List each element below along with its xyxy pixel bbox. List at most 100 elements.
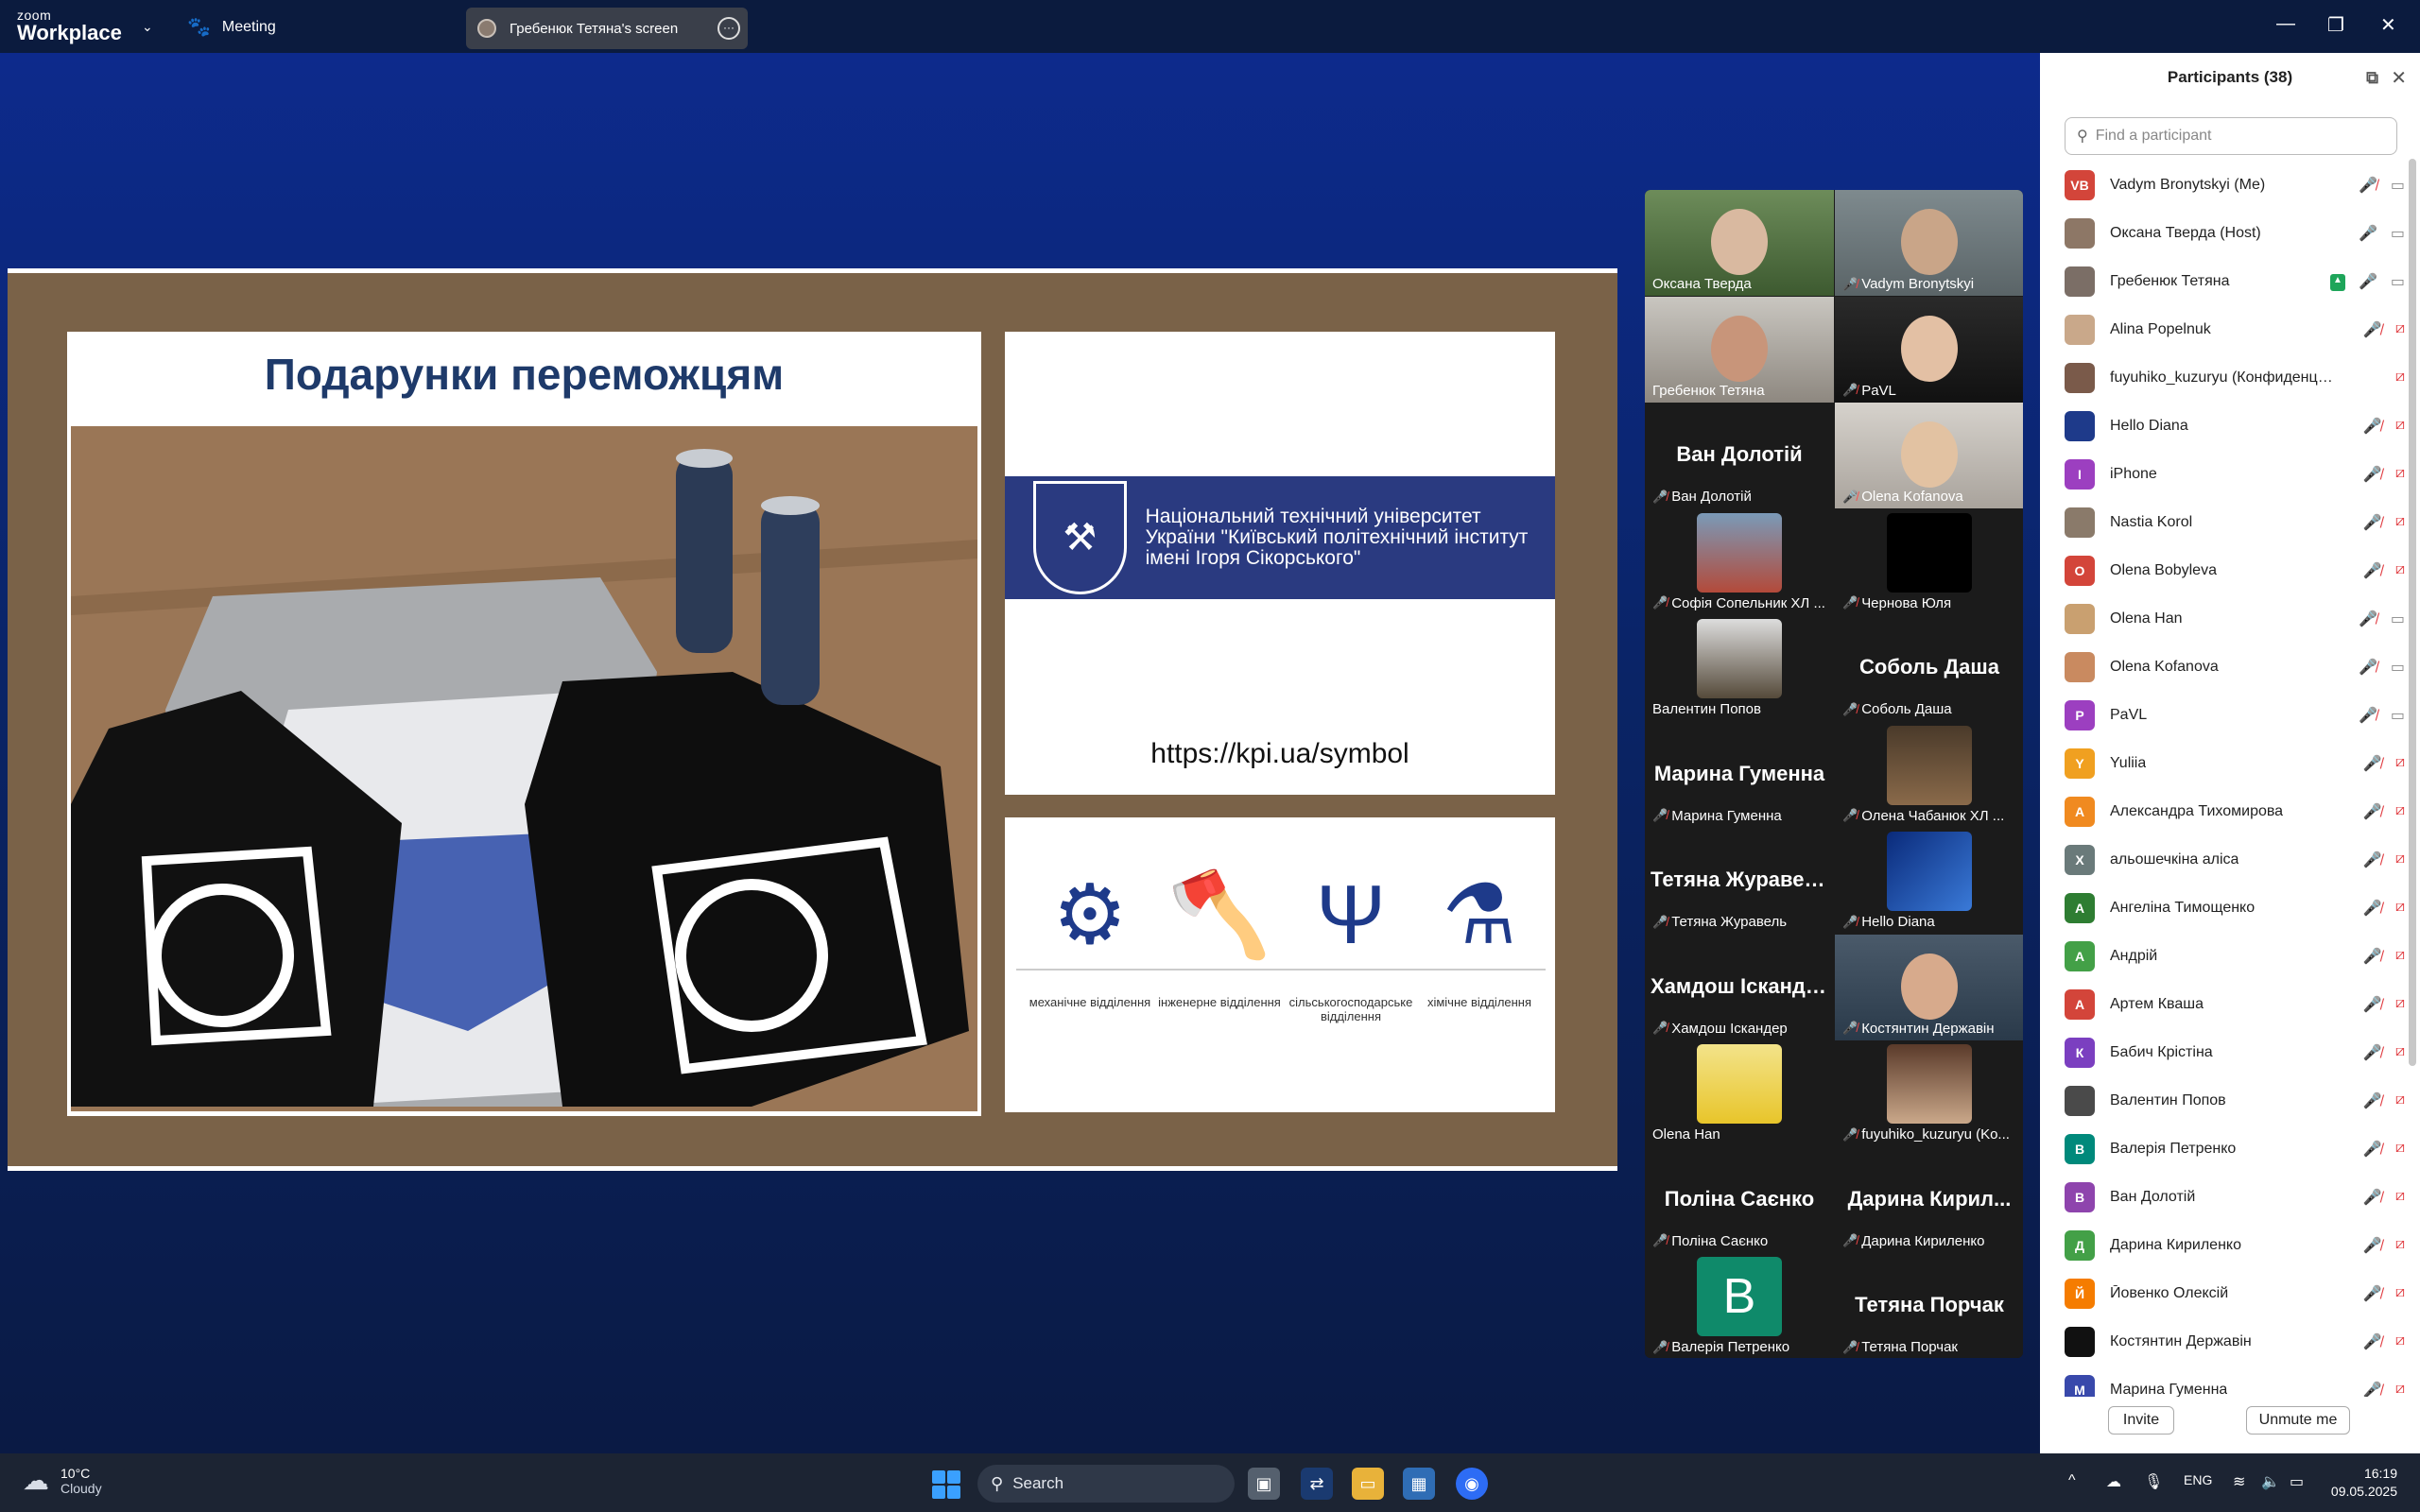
chevron-down-icon[interactable]: ⌄ <box>142 19 153 35</box>
weather-widget[interactable]: ☁ 10°C Cloudy <box>23 1465 102 1496</box>
mic-muted-icon[interactable]: 🎤̸ <box>2363 1236 2382 1255</box>
video-tile[interactable]: Дарина Кирил... 🎤̸ Дарина Кириленко <box>1835 1146 2023 1253</box>
participant-row[interactable]: А Александра Тихомирова 🎤̸ ⧄ <box>2065 787 2405 835</box>
mic-muted-icon[interactable]: 🎤̸ <box>2359 610 2377 628</box>
video-tile[interactable]: Поліна Саєнко 🎤̸ Поліна Саєнко <box>1645 1146 1834 1253</box>
mic-muted-icon[interactable]: 🎤̸ <box>2359 658 2377 677</box>
microphone-icon[interactable]: 🎤 <box>2359 224 2377 243</box>
chevron-up-icon[interactable]: ^ <box>2068 1472 2076 1489</box>
video-tile[interactable]: Гребенюк Тетяна <box>1645 296 1834 403</box>
video-tile[interactable]: 🎤̸ fuyuhiko_kuzuryu (Ko... <box>1835 1040 2023 1146</box>
restore-icon[interactable]: ❐ <box>2327 13 2344 37</box>
mic-muted-icon[interactable]: 🎤̸ <box>2359 706 2377 725</box>
video-camera-icon[interactable]: ▭ <box>2391 272 2405 291</box>
participant-row[interactable]: VB Vadym Bronytskyi (Me) 🎤̸ ▭ <box>2065 161 2405 209</box>
participant-row[interactable]: Olena Kofanova 🎤̸ ▭ <box>2065 643 2405 691</box>
screen-share-indicator[interactable]: Гребенюк Тетяна's screen ··· <box>466 8 748 49</box>
mic-muted-icon[interactable]: 🎤̸ <box>2363 417 2382 436</box>
mic-muted-icon[interactable]: 🎤̸ <box>2363 1284 2382 1303</box>
video-tile[interactable]: B 🎤̸ Валерія Петренко <box>1645 1253 1834 1358</box>
participant-row[interactable]: fuyuhiko_kuzuryu (Конфиденциальн... ⧄ <box>2065 353 2405 402</box>
video-off-icon[interactable]: ⧄ <box>2395 995 2405 1014</box>
wifi-icon[interactable]: ≋ <box>2233 1472 2245 1491</box>
participant-row[interactable]: Nastia Korol 🎤̸ ⧄ <box>2065 498 2405 546</box>
battery-icon[interactable]: ▭ <box>2290 1472 2304 1491</box>
mic-muted-icon[interactable]: 🎤̸ <box>2363 1332 2382 1351</box>
mic-muted-icon[interactable]: 🎤̸ <box>2363 465 2382 484</box>
minimize-icon[interactable]: — <box>2276 13 2295 35</box>
video-tile[interactable]: 🎤̸ Олена Чабанюк ХЛ ... <box>1835 721 2023 828</box>
video-tile[interactable]: 🎤̸ Софія Сопельник ХЛ ... <box>1645 508 1834 615</box>
video-tile[interactable]: Тетяна Порчак 🎤̸ Тетяна Порчак <box>1835 1253 2023 1358</box>
video-off-icon[interactable]: ⧄ <box>2395 1284 2405 1303</box>
video-off-icon[interactable]: ⧄ <box>2395 513 2405 532</box>
video-off-icon[interactable]: ⧄ <box>2395 1043 2405 1062</box>
mic-muted-icon[interactable]: 🎤̸ <box>2363 1091 2382 1110</box>
more-options-icon[interactable]: ··· <box>717 17 740 40</box>
mic-muted-icon[interactable]: 🎤̸ <box>2363 320 2382 339</box>
video-tile[interactable]: Соболь Даша 🎤̸ Соболь Даша <box>1835 615 2023 721</box>
microphone-icon[interactable]: 🎤 <box>2359 272 2377 291</box>
video-off-icon[interactable]: ⧄ <box>2395 1188 2405 1207</box>
video-off-icon[interactable]: ⧄ <box>2395 1091 2405 1110</box>
video-tile[interactable]: Оксана Тверда <box>1645 190 1834 296</box>
microphone-icon[interactable]: 🎙 <box>2144 1472 2163 1491</box>
video-tile[interactable]: Марина Гуменна 🎤̸ Марина Гуменна <box>1645 721 1834 828</box>
mic-muted-icon[interactable]: 🎤̸ <box>2359 176 2377 195</box>
teamviewer-icon[interactable]: ⇄ <box>1301 1468 1333 1500</box>
meeting-tab[interactable]: 🐾 Meeting <box>187 15 276 39</box>
video-tile[interactable]: 🎤̸ Vadym Bronytskyi <box>1835 190 2023 296</box>
participant-list[interactable]: VB Vadym Bronytskyi (Me) 🎤̸ ▭ Оксана Тверда … <box>2065 161 2405 1397</box>
video-off-icon[interactable]: ⧄ <box>2395 417 2405 436</box>
mic-muted-icon[interactable]: 🎤̸ <box>2363 802 2382 821</box>
mic-muted-icon[interactable]: 🎤̸ <box>2363 1188 2382 1207</box>
mic-muted-icon[interactable]: 🎤̸ <box>2363 995 2382 1014</box>
participant-row[interactable]: Hello Diana 🎤̸ ⧄ <box>2065 402 2405 450</box>
mic-muted-icon[interactable]: 🎤̸ <box>2363 947 2382 966</box>
participant-row[interactable]: А Ангеліна Тимощенко 🎤̸ ⧄ <box>2065 884 2405 932</box>
mic-muted-icon[interactable]: 🎤̸ <box>2363 1043 2382 1062</box>
participant-row[interactable]: Д Дарина Кириленко 🎤̸ ⧄ <box>2065 1221 2405 1269</box>
close-icon[interactable]: ✕ <box>2391 66 2407 90</box>
participant-row[interactable]: Alina Popelnuk 🎤̸ ⧄ <box>2065 305 2405 353</box>
participant-row[interactable]: М Марина Гуменна 🎤̸ ⧄ <box>2065 1366 2405 1397</box>
video-off-icon[interactable]: ⧄ <box>2395 369 2405 386</box>
video-tile[interactable]: 🎤̸ Olena Kofanova <box>1835 403 2023 508</box>
clock[interactable]: 16:19 09.05.2025 <box>2331 1465 2397 1501</box>
participant-row[interactable]: Оксана Тверда (Host) 🎤 ▭ <box>2065 209 2405 257</box>
invite-button[interactable]: Invite <box>2108 1406 2174 1435</box>
video-off-icon[interactable]: ⧄ <box>2395 320 2405 339</box>
participant-row[interactable]: Й Йовенко Олексій 🎤̸ ⧄ <box>2065 1269 2405 1317</box>
taskbar-search[interactable]: ⚲ Search <box>977 1465 1235 1503</box>
video-off-icon[interactable]: ⧄ <box>2395 899 2405 918</box>
participant-row[interactable]: Костянтин Державін 🎤̸ ⧄ <box>2065 1317 2405 1366</box>
participant-row[interactable]: IiPhone 🎤̸ ⧄ <box>2065 450 2405 498</box>
task-view-icon[interactable]: ▣ <box>1248 1468 1280 1500</box>
video-tile[interactable]: Olena Han <box>1645 1040 1834 1146</box>
close-icon[interactable]: ✕ <box>2380 13 2396 37</box>
unmute-me-button[interactable]: Unmute me <box>2246 1406 2350 1435</box>
mic-muted-icon[interactable]: 🎤̸ <box>2363 1381 2382 1397</box>
video-tile[interactable]: 🎤̸ Чернова Юля <box>1835 508 2023 615</box>
mic-muted-icon[interactable]: 🎤̸ <box>2363 754 2382 773</box>
video-off-icon[interactable]: ⧄ <box>2395 802 2405 821</box>
participant-row[interactable]: А Артем Кваша 🎤̸ ⧄ <box>2065 980 2405 1028</box>
video-tile[interactable]: Ван Долотій 🎤̸ Ван Долотій <box>1645 403 1834 508</box>
video-off-icon[interactable]: ⧄ <box>2395 947 2405 966</box>
video-tile[interactable]: Хамдош Іскандер 🎤̸ Хамдош Іскандер <box>1645 934 1834 1040</box>
mic-muted-icon[interactable]: 🎤̸ <box>2363 850 2382 869</box>
participant-row[interactable]: Валентин Попов 🎤̸ ⧄ <box>2065 1076 2405 1125</box>
mic-muted-icon[interactable]: 🎤̸ <box>2363 561 2382 580</box>
popout-icon[interactable]: ⧉ <box>2366 68 2378 88</box>
video-off-icon[interactable]: ⧄ <box>2395 465 2405 484</box>
video-camera-icon[interactable]: ▭ <box>2391 224 2405 243</box>
scrollbar[interactable] <box>2409 159 2416 1066</box>
store-icon[interactable]: ▦ <box>1403 1468 1435 1500</box>
video-tile[interactable]: 🎤̸ PaVL <box>1835 296 2023 403</box>
participant-row[interactable]: Y Yuliia 🎤̸ ⧄ <box>2065 739 2405 787</box>
onedrive-icon[interactable]: ☁ <box>2106 1472 2121 1491</box>
mic-muted-icon[interactable]: 🎤̸ <box>2363 1140 2382 1159</box>
participant-row[interactable]: Хальошечкіна аліса 🎤̸ ⧄ <box>2065 835 2405 884</box>
participant-row[interactable]: В Ван Долотій 🎤̸ ⧄ <box>2065 1173 2405 1221</box>
file-explorer-icon[interactable]: ▭ <box>1352 1468 1384 1500</box>
